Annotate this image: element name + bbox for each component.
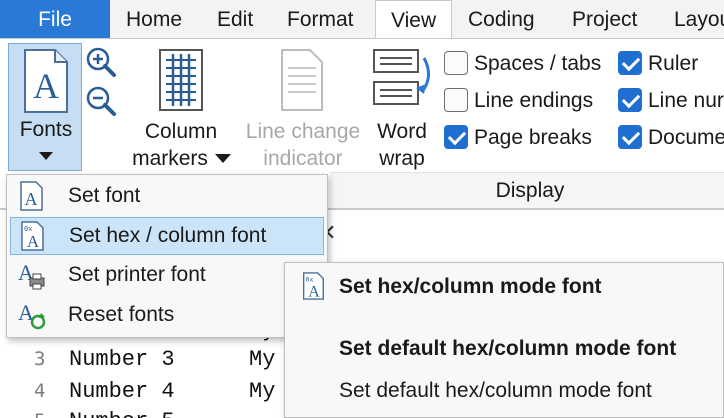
line-change-indicator-button[interactable]: Line change indicator — [240, 44, 366, 172]
menu-bar: File Home Edit Format View Coding Projec… — [0, 0, 724, 39]
line-numbers-checkbox[interactable] — [618, 88, 642, 112]
line-change-label-2: indicator — [263, 147, 343, 170]
word-wrap-label-1: Word — [377, 120, 427, 143]
ruler-checkbox[interactable] — [618, 51, 642, 75]
menu-file[interactable]: File — [0, 0, 110, 38]
word-wrap-icon — [373, 49, 430, 105]
column-markers-label-2: markers — [132, 147, 208, 170]
code-line: Number 5 — [69, 409, 175, 418]
zoom-in-icon[interactable] — [85, 46, 117, 78]
svg-text:A: A — [27, 232, 40, 251]
menu-home[interactable]: Home — [126, 0, 182, 38]
svg-text:A: A — [25, 189, 38, 209]
spaces-tabs-label: Spaces / tabs — [474, 52, 602, 75]
page-breaks-label: Page breaks — [474, 126, 592, 149]
menu-edit[interactable]: Edit — [217, 0, 253, 38]
display-group-label: Display — [330, 172, 724, 208]
submenu-item-set-hex-column-mode-font[interactable]: Set hex/column mode font — [339, 275, 602, 299]
svg-text:A: A — [33, 66, 59, 106]
svg-text:A: A — [308, 283, 320, 300]
column-markers-icon — [159, 49, 203, 111]
code-fragment: My — [249, 379, 276, 404]
menu-format[interactable]: Format — [287, 0, 354, 38]
menu-view[interactable]: View — [375, 0, 453, 39]
chevron-down-icon — [39, 152, 53, 160]
column-markers-button[interactable]: Column markers — [128, 44, 234, 172]
line-number: 5 — [34, 410, 45, 418]
document-checkbox[interactable] — [618, 125, 642, 149]
line-endings-label: Line endings — [474, 89, 594, 112]
hex-font-icon: 0x A — [302, 272, 324, 300]
menu-item-label: Set font — [68, 184, 141, 207]
fonts-label: Fonts — [19, 118, 73, 141]
font-icon: A — [24, 49, 68, 113]
hex-font-submenu: 0x A Set hex/column mode font Set defaul… — [284, 262, 724, 418]
menu-item-set-hex-column-font[interactable]: 0x A Set hex / column font — [10, 217, 324, 255]
fonts-dropdown-menu: A Set font 0x A Set hex / column font A … — [6, 174, 328, 338]
zoom-out-icon[interactable] — [85, 85, 117, 117]
printer-font-icon: A — [18, 260, 45, 290]
menu-item-label: Set printer font — [68, 263, 206, 286]
menu-item-label: Reset fonts — [68, 303, 175, 326]
code-line: Number 3 — [69, 347, 175, 372]
menu-coding[interactable]: Coding — [468, 0, 535, 38]
line-numbers-label: Line nur — [648, 89, 724, 112]
hex-font-icon: 0x A — [21, 221, 44, 251]
line-endings-checkbox[interactable] — [444, 88, 468, 112]
menu-item-set-font[interactable]: A Set font — [10, 178, 324, 216]
word-wrap-label-2: wrap — [379, 147, 425, 170]
menu-layout[interactable]: Layou — [674, 0, 724, 38]
column-markers-label-1: Column — [144, 120, 218, 143]
line-number: 3 — [34, 348, 46, 370]
document-label: Docume — [648, 126, 724, 149]
fonts-button[interactable]: A Fonts — [8, 43, 82, 171]
svg-text:0x: 0x — [306, 275, 314, 283]
page-breaks-checkbox[interactable] — [444, 125, 468, 149]
word-wrap-button[interactable]: Word wrap — [368, 44, 436, 172]
menu-item-label: Set hex / column font — [69, 224, 267, 247]
menu-item-set-printer-font[interactable]: A Set printer font — [10, 257, 324, 295]
submenu-item-set-default[interactable]: Set default hex/column mode font — [339, 379, 652, 403]
menu-project[interactable]: Project — [572, 0, 637, 38]
line-number: 4 — [34, 380, 46, 402]
font-icon: A — [20, 181, 43, 211]
code-line: Number 4 — [69, 379, 175, 404]
spaces-tabs-checkbox[interactable] — [444, 51, 468, 75]
menu-item-reset-fonts[interactable]: A Reset fonts — [10, 297, 324, 335]
reset-font-icon: A — [18, 300, 46, 330]
line-change-label-1: Line change — [245, 120, 361, 143]
code-fragment: My — [249, 347, 276, 372]
line-change-icon — [281, 49, 323, 111]
chevron-down-icon — [215, 154, 231, 163]
ruler-label: Ruler — [648, 52, 699, 75]
submenu-item-set-default-bold[interactable]: Set default hex/column mode font — [339, 337, 676, 361]
